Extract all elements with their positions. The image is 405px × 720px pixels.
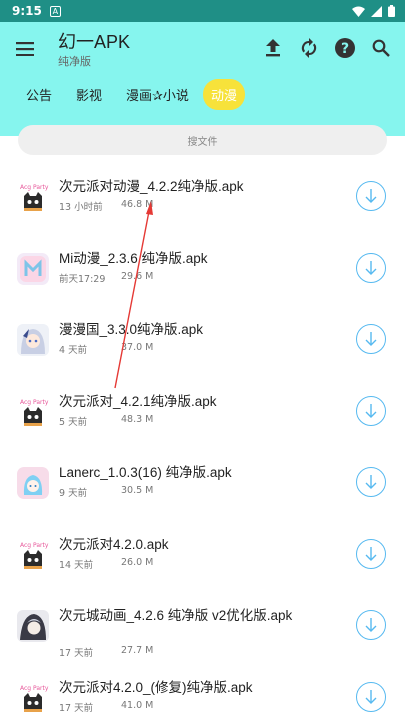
tab-comic-novel[interactable]: 漫画✰小说 xyxy=(114,79,201,110)
file-time: 9 天前 xyxy=(59,488,88,499)
file-meta: 9 天前 30.5 M xyxy=(59,485,153,499)
search-input[interactable]: 搜文件 xyxy=(18,125,387,155)
list-item[interactable]: Acg Party 次元派对_4.2.1纯净版.apk 5 天前 48.3 M xyxy=(0,370,405,442)
tab-video[interactable]: 影视 xyxy=(64,79,114,110)
svg-text:Acg Party: Acg Party xyxy=(20,184,49,191)
download-arrow-icon xyxy=(365,618,377,632)
file-meta: 5 天前 48.3 M xyxy=(59,414,153,428)
file-time: 14 天前 xyxy=(59,559,94,571)
wifi-icon xyxy=(352,6,365,17)
anime-girl-icon xyxy=(17,324,49,356)
battery-icon xyxy=(388,5,395,17)
file-time: 5 天前 xyxy=(59,416,88,428)
download-button[interactable] xyxy=(356,681,386,712)
svg-text:Acg Party: Acg Party xyxy=(20,685,49,692)
file-name: 次元派对4.2.0.apk xyxy=(59,536,169,552)
acg-party-cat-icon: Acg Party xyxy=(17,181,49,213)
list-item[interactable]: Acg Party 次元派对4.2.0.apk 14 天前 26.0 M xyxy=(0,513,405,585)
file-name: 次元派对_4.2.1纯净版.apk xyxy=(59,393,217,409)
toolbar-actions: ? xyxy=(261,36,393,60)
menu-icon[interactable] xyxy=(13,37,37,61)
list-item[interactable]: Acg Party 次元派对4.2.0_(修复)纯净版.apk 17 天前 41… xyxy=(0,656,405,720)
upload-icon[interactable] xyxy=(261,36,285,60)
file-meta: 4 天前 37.0 M xyxy=(59,342,153,356)
acg-party-cat-icon: Acg Party xyxy=(17,395,49,428)
file-name: Lanerc_1.0.3(16) 纯净版.apk xyxy=(59,465,232,480)
list-item[interactable]: Lanerc_1.0.3(16) 纯净版.apk 9 天前 30.5 M xyxy=(0,441,405,513)
anime-character-icon xyxy=(17,610,49,642)
svg-text:Acg Party: Acg Party xyxy=(20,399,49,406)
tab-anime[interactable]: 动漫 xyxy=(202,79,245,110)
file-list: Acg Party 次元派对动漫_4.2.2纯净版.apk 13 小时前 46.… xyxy=(0,155,405,720)
file-time: 17 天前 xyxy=(59,702,94,714)
list-item[interactable]: Acg Party 次元派对动漫_4.2.2纯净版.apk 13 小时前 46.… xyxy=(0,155,405,227)
app-bar: 幻一APK 纯净版 ? 公告 影视 漫画✰小说 动漫 xyxy=(0,22,405,136)
file-size: 37.0 M xyxy=(121,342,154,353)
file-name: 漫漫国_3.3.0纯净版.apk xyxy=(59,322,204,337)
search-icon[interactable] xyxy=(369,36,393,60)
file-time: 前天17:29 xyxy=(59,273,106,285)
app-title: 幻一APK xyxy=(58,32,131,52)
file-size: 48.3 M xyxy=(121,413,154,425)
list-item[interactable]: 漫漫国_3.3.0纯净版.apk 4 天前 37.0 M xyxy=(0,298,405,370)
file-name: Mi动漫_2.3.6 纯净版.apk xyxy=(59,250,208,266)
file-name: 次元派对动漫_4.2.2纯净版.apk xyxy=(59,179,244,194)
file-size: 29.6 M xyxy=(121,270,154,282)
svg-text:Acg Party: Acg Party xyxy=(20,542,49,549)
tab-notice[interactable]: 公告 xyxy=(14,79,64,110)
download-button[interactable] xyxy=(356,324,386,354)
acg-party-cat-icon: Acg Party xyxy=(17,538,49,571)
acg-party-cat-icon: Acg Party xyxy=(17,681,49,714)
file-name: 次元城动画_4.2.6 纯净版 v2优化版.apk xyxy=(59,608,293,623)
download-arrow-icon xyxy=(365,260,377,275)
download-arrow-icon xyxy=(365,475,377,489)
file-meta: 14 天前 26.0 M xyxy=(59,557,153,571)
search-placeholder: 搜文件 xyxy=(187,136,218,148)
file-size: 30.5 M xyxy=(121,485,154,496)
download-button[interactable] xyxy=(356,610,386,640)
download-arrow-icon xyxy=(365,403,377,418)
status-bar: 9:15 A xyxy=(0,0,405,22)
download-arrow-icon xyxy=(365,332,377,346)
app-subtitle: 纯净版 xyxy=(58,55,91,68)
file-meta: 17 天前 41.0 M xyxy=(59,700,153,714)
download-button[interactable] xyxy=(356,252,386,283)
notification-a-icon: A xyxy=(49,5,61,17)
download-arrow-icon xyxy=(365,546,377,561)
lanerc-icon xyxy=(17,467,49,499)
list-item[interactable]: Mi动漫_2.3.6 纯净版.apk 前天17:29 29.6 M xyxy=(0,227,405,299)
signal-icon xyxy=(371,5,382,17)
sync-icon[interactable] xyxy=(297,36,321,60)
download-button[interactable] xyxy=(356,395,386,426)
file-name: 次元派对4.2.0_(修复)纯净版.apk xyxy=(59,679,253,695)
list-item[interactable]: 次元城动画_4.2.6 纯净版 v2优化版.apk 17 天前 27.7 M xyxy=(0,584,405,659)
mi-anime-icon xyxy=(17,252,49,285)
file-meta: 13 小时前 46.8 M xyxy=(59,199,153,213)
svg-text:?: ? xyxy=(341,41,349,57)
category-tabs: 公告 影视 漫画✰小说 动漫 xyxy=(14,79,245,110)
file-time: 13 小时前 xyxy=(59,202,103,213)
download-button[interactable] xyxy=(356,181,386,211)
status-time: 9:15 xyxy=(12,4,42,18)
download-arrow-icon xyxy=(365,189,377,203)
file-size: 41.0 M xyxy=(121,699,154,711)
file-time: 4 天前 xyxy=(59,345,88,356)
download-button[interactable] xyxy=(356,538,386,569)
help-icon[interactable]: ? xyxy=(333,36,357,60)
download-arrow-icon xyxy=(365,689,377,704)
file-size: 46.8 M xyxy=(121,199,154,210)
file-meta: 前天17:29 29.6 M xyxy=(59,271,153,285)
download-button[interactable] xyxy=(356,467,386,497)
file-size: 26.0 M xyxy=(121,556,154,568)
